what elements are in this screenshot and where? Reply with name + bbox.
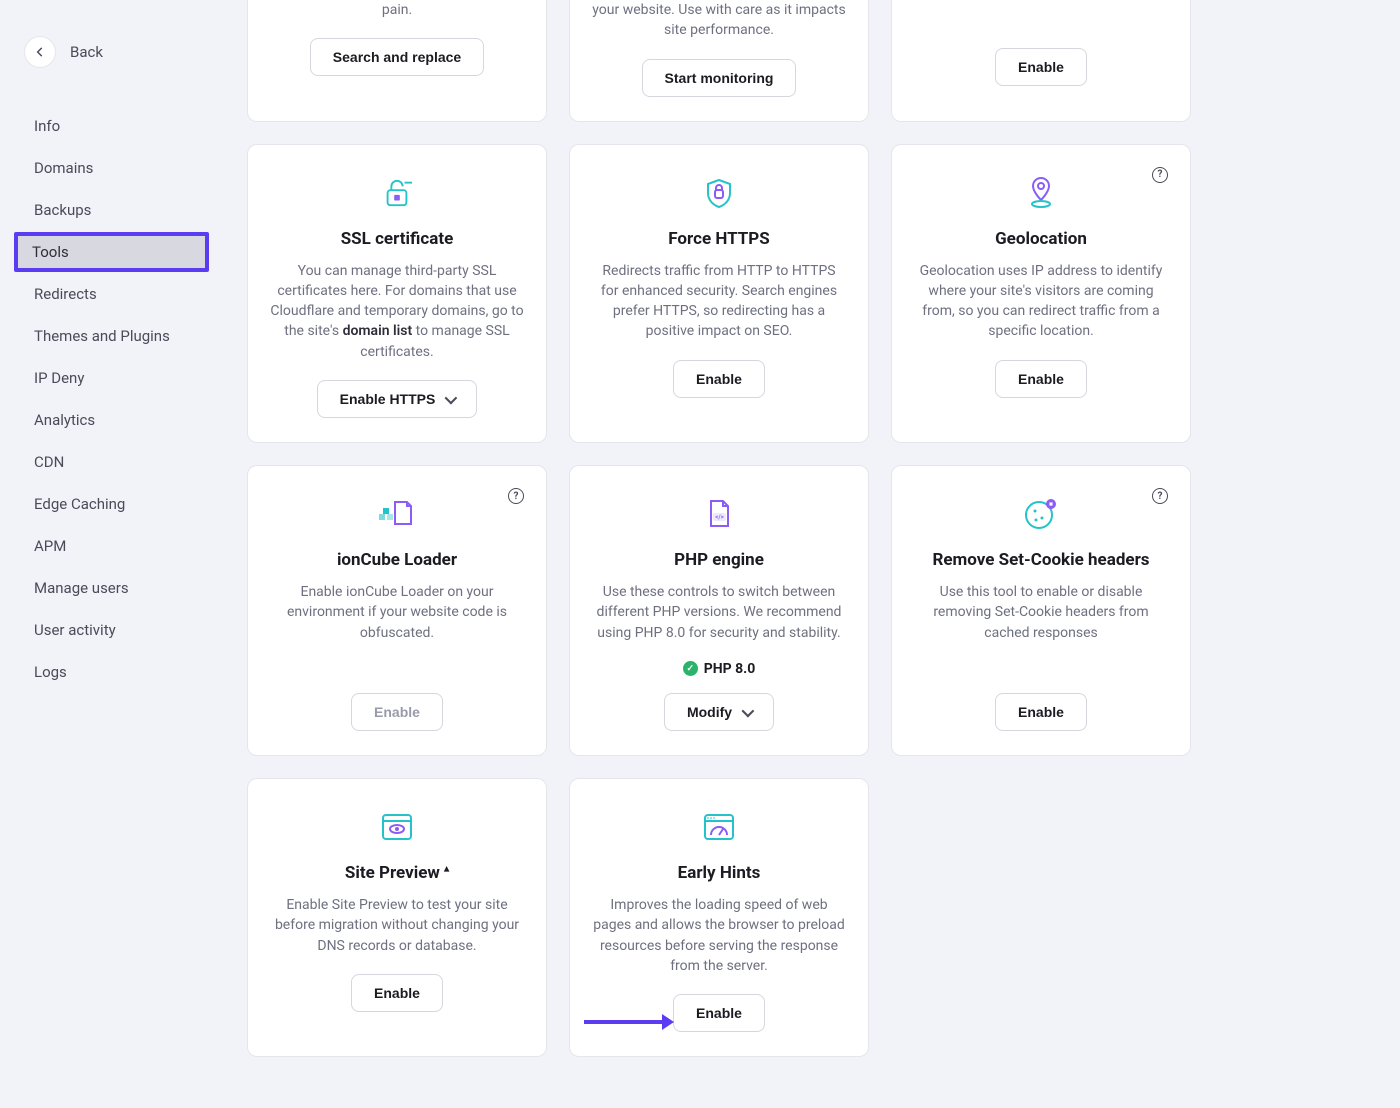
search-replace-button[interactable]: Search and replace bbox=[310, 38, 484, 76]
card-enable-top: Enable bbox=[891, 0, 1191, 122]
sidebar-item-domains[interactable]: Domains bbox=[0, 148, 225, 188]
card-ioncube-loader: ? ionCube Loader Enable ionCube Loader o… bbox=[247, 465, 547, 756]
card-desc: Use these controls to switch between dif… bbox=[592, 582, 846, 643]
content: pain. Search and replace your website. U… bbox=[225, 0, 1400, 1108]
enable-button[interactable]: Enable bbox=[673, 994, 765, 1032]
card-desc: Geolocation uses IP address to identify … bbox=[914, 261, 1168, 342]
cookie-icon bbox=[1021, 496, 1061, 532]
card-monitoring: your website. Use with care as it impact… bbox=[569, 0, 869, 122]
enable-button[interactable]: Enable bbox=[673, 360, 765, 398]
cards-row-3: Site Preview ▴ Enable Site Preview to te… bbox=[247, 778, 1378, 1057]
preview-icon bbox=[377, 809, 417, 845]
pin-icon bbox=[1021, 175, 1061, 211]
cube-file-icon bbox=[377, 496, 417, 532]
sidebar-item-apm[interactable]: APM bbox=[0, 526, 225, 566]
card-early-hints: Early Hints Improves the loading speed o… bbox=[569, 778, 869, 1057]
annotation-arrow bbox=[584, 1020, 664, 1024]
sidebar-item-redirects[interactable]: Redirects bbox=[0, 274, 225, 314]
card-title: ionCube Loader bbox=[337, 550, 457, 570]
sidebar-item-edge-caching[interactable]: Edge Caching bbox=[0, 484, 225, 524]
modify-button[interactable]: Modify bbox=[664, 693, 774, 731]
sidebar-item-tools[interactable]: Tools bbox=[14, 232, 209, 272]
gauge-icon bbox=[699, 809, 739, 845]
enable-button[interactable]: Enable bbox=[995, 48, 1087, 86]
lock-icon bbox=[377, 175, 417, 211]
help-icon[interactable]: ? bbox=[1152, 488, 1168, 504]
arrow-left-icon bbox=[33, 45, 47, 59]
enable-button[interactable]: Enable bbox=[995, 693, 1087, 731]
enable-button[interactable]: Enable bbox=[995, 360, 1087, 398]
back-row: Back bbox=[0, 36, 225, 68]
svg-text:</>: </> bbox=[715, 514, 723, 521]
card-php-engine: </> PHP engine Use these controls to swi… bbox=[569, 465, 869, 756]
card-title: SSL certificate bbox=[341, 229, 454, 249]
cards-row-2: ? ionCube Loader Enable ionCube Loader o… bbox=[247, 465, 1378, 756]
card-title: Site Preview ▴ bbox=[345, 863, 449, 883]
cards-row-1: SSL certificate You can manage third-par… bbox=[247, 144, 1378, 443]
enable-button[interactable]: Enable bbox=[351, 974, 443, 1012]
sidebar-item-backups[interactable]: Backups bbox=[0, 190, 225, 230]
card-title: PHP engine bbox=[674, 550, 764, 570]
enable-https-button[interactable]: Enable HTTPS bbox=[317, 380, 478, 418]
help-icon[interactable]: ? bbox=[1152, 167, 1168, 183]
shield-icon bbox=[699, 175, 739, 211]
badge-icon: ▴ bbox=[444, 863, 449, 874]
domain-list-link[interactable]: domain list bbox=[343, 323, 413, 339]
sidebar-item-analytics[interactable]: Analytics bbox=[0, 400, 225, 440]
card-desc: Improves the loading speed of web pages … bbox=[592, 895, 846, 976]
sidebar-item-cdn[interactable]: CDN bbox=[0, 442, 225, 482]
card-desc: Enable ionCube Loader on your environmen… bbox=[270, 582, 524, 643]
php-version-badge: PHP 8.0 bbox=[683, 661, 756, 677]
card-desc: your website. Use with care as it impact… bbox=[592, 0, 846, 41]
sidebar-item-user-activity[interactable]: User activity bbox=[0, 610, 225, 650]
card-site-preview: Site Preview ▴ Enable Site Preview to te… bbox=[247, 778, 547, 1057]
enable-button: Enable bbox=[351, 693, 443, 731]
help-icon[interactable]: ? bbox=[508, 488, 524, 504]
cards-row-0: pain. Search and replace your website. U… bbox=[247, 0, 1378, 122]
chevron-down-icon bbox=[742, 704, 751, 720]
check-icon bbox=[683, 661, 698, 676]
start-monitoring-button[interactable]: Start monitoring bbox=[642, 59, 797, 97]
card-title: Geolocation bbox=[995, 229, 1087, 249]
card-ssl-certificate: SSL certificate You can manage third-par… bbox=[247, 144, 547, 443]
card-desc: You can manage third-party SSL certifica… bbox=[270, 261, 524, 362]
card-remove-cookie-headers: ? Remove Set-Cookie headers Use this too… bbox=[891, 465, 1191, 756]
sidebar-item-info[interactable]: Info bbox=[0, 106, 225, 146]
card-desc: Enable Site Preview to test your site be… bbox=[270, 895, 524, 956]
sidebar-item-logs[interactable]: Logs bbox=[0, 652, 225, 692]
card-desc: Use this tool to enable or disable remov… bbox=[914, 582, 1168, 643]
chevron-down-icon bbox=[445, 391, 454, 407]
card-search-replace: pain. Search and replace bbox=[247, 0, 547, 122]
sidebar-item-themes-plugins[interactable]: Themes and Plugins bbox=[0, 316, 225, 356]
card-geolocation: ? Geolocation Geolocation uses IP addres… bbox=[891, 144, 1191, 443]
card-desc: Redirects traffic from HTTP to HTTPS for… bbox=[592, 261, 846, 342]
back-button[interactable] bbox=[24, 36, 56, 68]
sidebar-item-manage-users[interactable]: Manage users bbox=[0, 568, 225, 608]
sidebar: Back Info Domains Backups Tools Redirect… bbox=[0, 0, 225, 1108]
php-file-icon: </> bbox=[699, 496, 739, 532]
card-desc: pain. bbox=[382, 0, 412, 20]
card-force-https: Force HTTPS Redirects traffic from HTTP … bbox=[569, 144, 869, 443]
sidebar-item-ip-deny[interactable]: IP Deny bbox=[0, 358, 225, 398]
card-title: Force HTTPS bbox=[668, 229, 769, 249]
card-title: Early Hints bbox=[678, 863, 761, 883]
back-label: Back bbox=[70, 43, 103, 61]
card-title: Remove Set-Cookie headers bbox=[932, 550, 1149, 570]
